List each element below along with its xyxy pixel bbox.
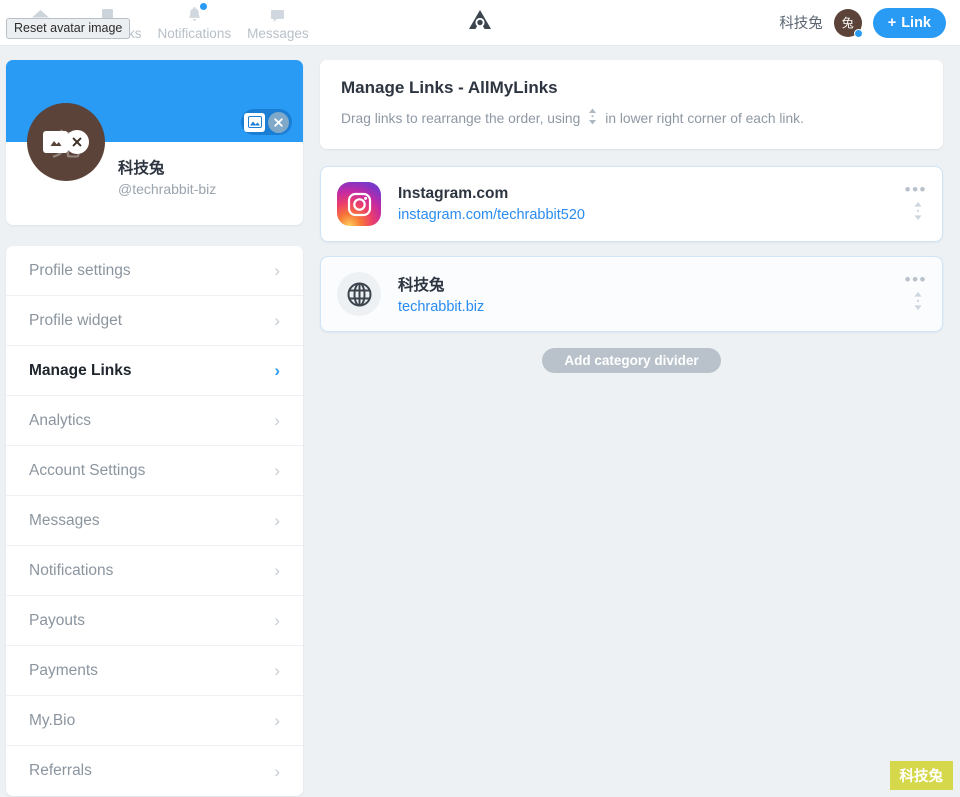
nav-item-notifications[interactable]: Notifications	[150, 2, 240, 43]
chevron-right-icon: ›	[274, 511, 280, 530]
sidebar-item-label: Analytics	[29, 411, 92, 429]
sidebar: 兔	[6, 60, 303, 796]
sidebar-item-profile-settings[interactable]: Profile settings ›	[6, 246, 303, 296]
cover-actions-group	[241, 109, 292, 135]
chevron-right-icon: ›	[274, 661, 280, 680]
instagram-icon	[337, 182, 381, 226]
link-drag-handle-icon[interactable]	[912, 200, 924, 227]
remove-cover-image-icon[interactable]	[268, 111, 289, 133]
chevron-right-icon: ›	[274, 711, 280, 730]
page-body: 兔	[0, 46, 960, 796]
current-username[interactable]: 科技兔	[779, 12, 823, 33]
profile-identity: 科技兔 @techrabbit-biz	[118, 156, 216, 197]
link-card[interactable]: 科技兔 techrabbit.biz •••	[320, 256, 943, 332]
sidebar-item-label: Profile widget	[29, 311, 123, 329]
drag-handle-icon	[587, 107, 598, 129]
avatar[interactable]: 兔	[833, 8, 863, 38]
corner-watermark-badge: 科技兔	[889, 761, 953, 790]
sidebar-item-label: Profile settings	[29, 261, 131, 279]
nav-item-messages[interactable]: Messages	[239, 3, 317, 43]
chevron-right-icon: ›	[274, 311, 280, 330]
bell-icon	[185, 2, 207, 25]
top-navigation-bar: Home Bookmarks Notifications	[0, 0, 960, 46]
notification-dot-badge	[199, 2, 207, 10]
sidebar-item-my-bio[interactable]: My.Bio ›	[6, 696, 303, 746]
sidebar-item-payments[interactable]: Payments ›	[6, 646, 303, 696]
link-info: Instagram.com instagram.com/techrabbit52…	[398, 185, 585, 223]
link-drag-handle-icon[interactable]	[912, 290, 924, 317]
sidebar-item-profile-widget[interactable]: Profile widget ›	[6, 296, 303, 346]
nav-item-notifications-label: Notifications	[157, 25, 232, 41]
remove-avatar-image-icon[interactable]	[65, 130, 89, 154]
chevron-right-icon: ›	[274, 761, 280, 781]
sidebar-item-account-settings[interactable]: Account Settings ›	[6, 446, 303, 496]
profile-handle: @techrabbit-biz	[118, 181, 217, 197]
message-icon	[268, 3, 287, 25]
sidebar-item-label: Messages	[29, 511, 100, 529]
link-options-menu-icon[interactable]: •••	[905, 181, 927, 198]
chevron-right-icon: ›	[274, 461, 280, 480]
page-subtitle: Drag links to rearrange the order, using…	[341, 107, 922, 129]
sidebar-item-analytics[interactable]: Analytics ›	[6, 396, 303, 446]
sidebar-menu: Profile settings › Profile widget › Mana…	[6, 246, 303, 796]
link-url[interactable]: instagram.com/techrabbit520	[398, 207, 585, 223]
add-link-label: Link	[901, 14, 931, 31]
sidebar-item-messages[interactable]: Messages ›	[6, 496, 303, 546]
avatar-initial: 兔	[841, 16, 854, 30]
link-title: 科技兔	[398, 277, 445, 294]
globe-icon	[337, 272, 381, 316]
nav-item-messages-label: Messages	[247, 25, 309, 41]
avatar-actions-group	[43, 130, 89, 154]
upload-cover-image-icon[interactable]	[244, 112, 265, 132]
link-title: Instagram.com	[398, 185, 509, 202]
page-subtitle-after: in lower right corner of each link.	[605, 110, 804, 126]
tooltip-reset-avatar-image: Reset avatar image	[6, 18, 131, 39]
online-status-dot	[853, 28, 863, 38]
sidebar-item-label: Manage Links	[29, 361, 132, 379]
link-url[interactable]: techrabbit.biz	[398, 299, 484, 315]
sidebar-item-notifications[interactable]: Notifications ›	[6, 546, 303, 596]
chevron-right-icon: ›	[274, 411, 280, 430]
sidebar-item-label: Notifications	[29, 561, 114, 579]
page-subtitle-before: Drag links to rearrange the order, using	[341, 110, 581, 126]
plus-icon: +	[887, 14, 897, 31]
chevron-right-icon: ›	[274, 261, 280, 280]
page-title: Manage Links - AllMyLinks	[341, 78, 558, 97]
profile-display-name: 科技兔	[118, 160, 165, 177]
chevron-right-icon: ›	[274, 361, 280, 380]
sidebar-item-label: My.Bio	[29, 711, 76, 729]
profile-card: 兔	[6, 60, 303, 225]
manage-links-header-panel: Manage Links - AllMyLinks Drag links to …	[320, 60, 943, 149]
sidebar-item-label: Referrals	[29, 762, 92, 779]
add-category-divider-button[interactable]: Add category divider	[542, 348, 721, 373]
chevron-right-icon: ›	[274, 561, 280, 580]
link-card[interactable]: Instagram.com instagram.com/techrabbit52…	[320, 166, 943, 242]
sidebar-item-referrals[interactable]: Referrals ›	[6, 746, 303, 796]
allmylinks-logo[interactable]	[466, 7, 494, 40]
nav-right-group: 科技兔 兔 + Link	[779, 7, 946, 38]
chevron-right-icon: ›	[274, 611, 280, 630]
sidebar-item-label: Account Settings	[29, 461, 146, 479]
link-options-menu-icon[interactable]: •••	[905, 271, 927, 288]
add-divider-row: Add category divider	[320, 348, 943, 373]
profile-avatar[interactable]: 兔	[27, 103, 105, 181]
sidebar-item-payouts[interactable]: Payouts ›	[6, 596, 303, 646]
link-info: 科技兔 techrabbit.biz	[398, 273, 484, 315]
sidebar-item-label: Payouts	[29, 611, 86, 629]
sidebar-item-manage-links[interactable]: Manage Links ›	[6, 346, 303, 396]
main-content: Manage Links - AllMyLinks Drag links to …	[320, 60, 943, 373]
add-link-button[interactable]: + Link	[872, 7, 946, 38]
profile-card-body: 兔	[6, 103, 303, 225]
sidebar-item-label: Payments	[29, 661, 98, 679]
